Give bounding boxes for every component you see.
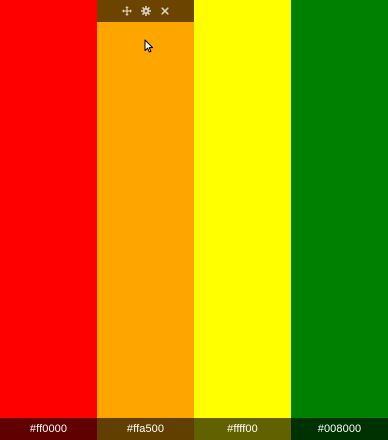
swatch-hex-label: #ffa500 [97,418,194,440]
swatch-yellow[interactable]: #ffff00 [194,0,291,440]
move-icon[interactable] [121,6,132,16]
swatch-hex-label: #ffff00 [194,418,291,440]
gear-icon[interactable] [140,6,151,16]
swatch-hex-label: #008000 [291,418,388,440]
swatch-hex-label: #ff0000 [0,418,97,440]
swatch-green[interactable]: #008000 [291,0,388,440]
swatch-red[interactable]: #ff0000 [0,0,97,440]
swatch-orange[interactable]: #ffa500 [97,0,194,440]
color-palette: #ff0000 #ffa500 #ffff00 #008000 [0,0,388,440]
swatch-toolbar [97,0,194,22]
close-icon[interactable] [160,6,170,16]
